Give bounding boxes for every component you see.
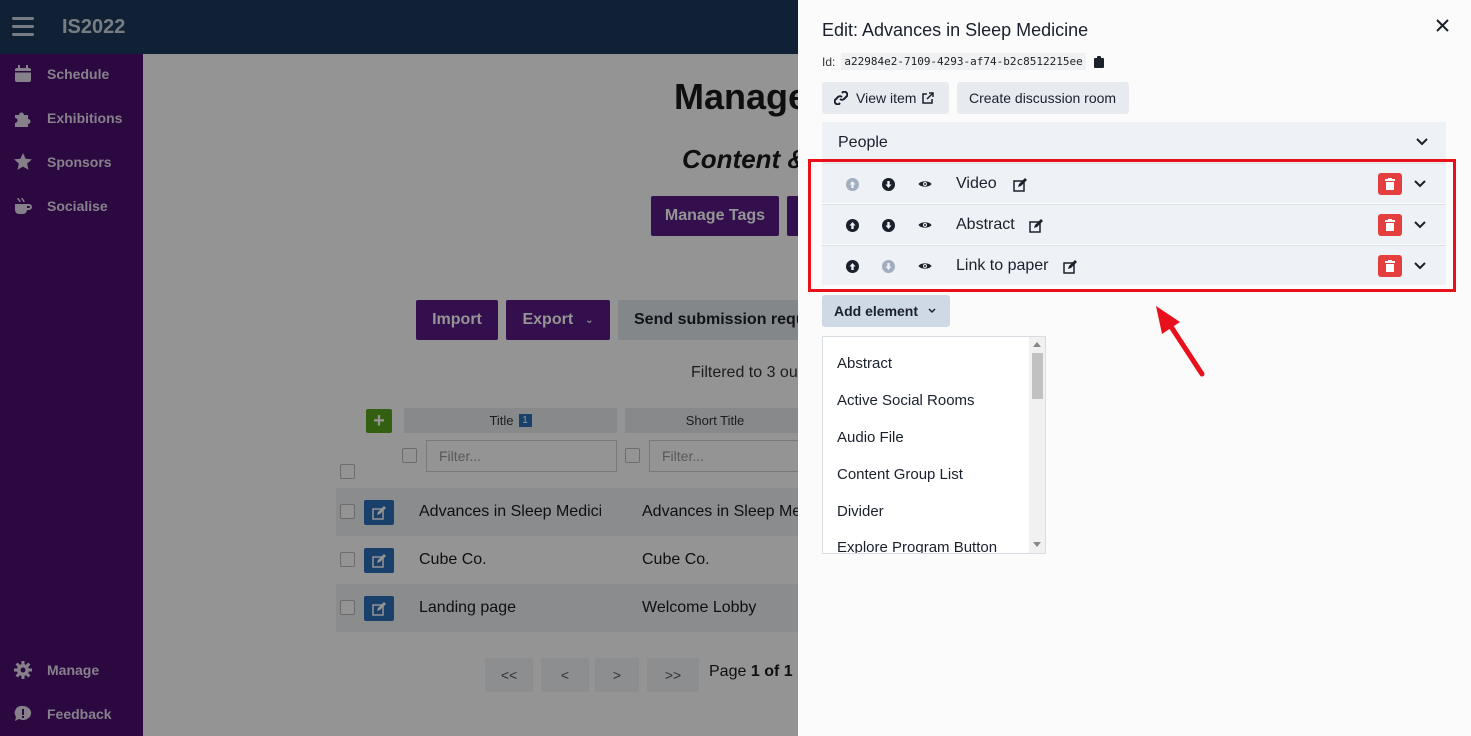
- element-type-option[interactable]: Divider: [837, 503, 884, 520]
- move-down-icon[interactable]: [880, 176, 896, 192]
- id-value: a22984e2-7109-4293-af74-b2c8512215ee: [841, 53, 1086, 70]
- clipboard-icon[interactable]: [1093, 55, 1104, 68]
- move-down-icon[interactable]: [880, 217, 896, 233]
- drawer-title: Edit: Advances in Sleep Medicine: [822, 20, 1089, 40]
- move-down-icon[interactable]: [880, 258, 896, 274]
- visibility-eye-icon[interactable]: [917, 176, 933, 192]
- element-row: Link to paper: [822, 245, 1446, 285]
- delete-element-button[interactable]: [1378, 214, 1402, 236]
- view-item-label: View item: [856, 90, 917, 106]
- add-element-button[interactable]: Add element: [822, 295, 950, 327]
- element-type-option[interactable]: Audio File: [837, 429, 904, 446]
- element-type-option[interactable]: Content Group List: [837, 466, 963, 483]
- trash-icon: [1385, 178, 1395, 190]
- edit-name-icon[interactable]: [1012, 177, 1028, 193]
- chevron-down-icon: [928, 308, 936, 314]
- annotation-arrow-icon: [1156, 306, 1205, 377]
- visibility-eye-icon[interactable]: [917, 217, 933, 233]
- add-element-label: Add element: [834, 303, 919, 319]
- trash-icon: [1385, 219, 1395, 231]
- element-label: Abstract: [956, 216, 1015, 233]
- delete-element-button[interactable]: [1378, 173, 1402, 195]
- visibility-eye-icon[interactable]: [917, 258, 933, 274]
- edit-name-icon[interactable]: [1028, 218, 1044, 234]
- element-label: Link to paper: [956, 257, 1049, 274]
- edit-name-icon[interactable]: [1062, 259, 1078, 275]
- chevron-down-icon[interactable]: [1412, 258, 1428, 274]
- trash-icon: [1385, 260, 1395, 272]
- view-item-button[interactable]: View item: [822, 82, 949, 114]
- delete-element-button[interactable]: [1378, 255, 1402, 277]
- move-up-icon[interactable]: [844, 258, 860, 274]
- edit-drawer: Edit: Advances in Sleep Medicine Id: a22…: [798, 0, 1471, 736]
- scroll-up-arrow[interactable]: [1033, 342, 1041, 347]
- move-up-icon[interactable]: [844, 176, 860, 192]
- move-up-icon[interactable]: [844, 217, 860, 233]
- chevron-down-icon[interactable]: [1412, 176, 1428, 192]
- chevron-down-icon: [1414, 134, 1430, 150]
- id-label: Id:: [822, 54, 836, 69]
- external-link-icon: [922, 92, 935, 104]
- scroll-thumb[interactable]: [1032, 353, 1043, 399]
- close-icon[interactable]: [1431, 14, 1453, 36]
- link-icon: [834, 91, 848, 105]
- element-row: Video: [822, 163, 1446, 203]
- element-type-dropdown[interactable]: Abstract Active Social Rooms Audio File …: [822, 336, 1046, 554]
- people-section-toggle[interactable]: People: [822, 122, 1446, 163]
- create-discussion-room-button[interactable]: Create discussion room: [957, 82, 1129, 114]
- dropdown-scrollbar[interactable]: [1029, 337, 1045, 553]
- chevron-down-icon[interactable]: [1412, 217, 1428, 233]
- element-type-option[interactable]: Abstract: [837, 355, 892, 372]
- element-label: Video: [956, 175, 997, 192]
- element-row: Abstract: [822, 204, 1446, 244]
- people-label: People: [838, 133, 888, 151]
- item-id-row: Id: a22984e2-7109-4293-af74-b2c8512215ee: [822, 53, 1104, 70]
- scroll-down-arrow[interactable]: [1033, 542, 1041, 547]
- element-type-option[interactable]: Explore Program Button: [837, 539, 997, 553]
- element-type-option[interactable]: Active Social Rooms: [837, 392, 975, 409]
